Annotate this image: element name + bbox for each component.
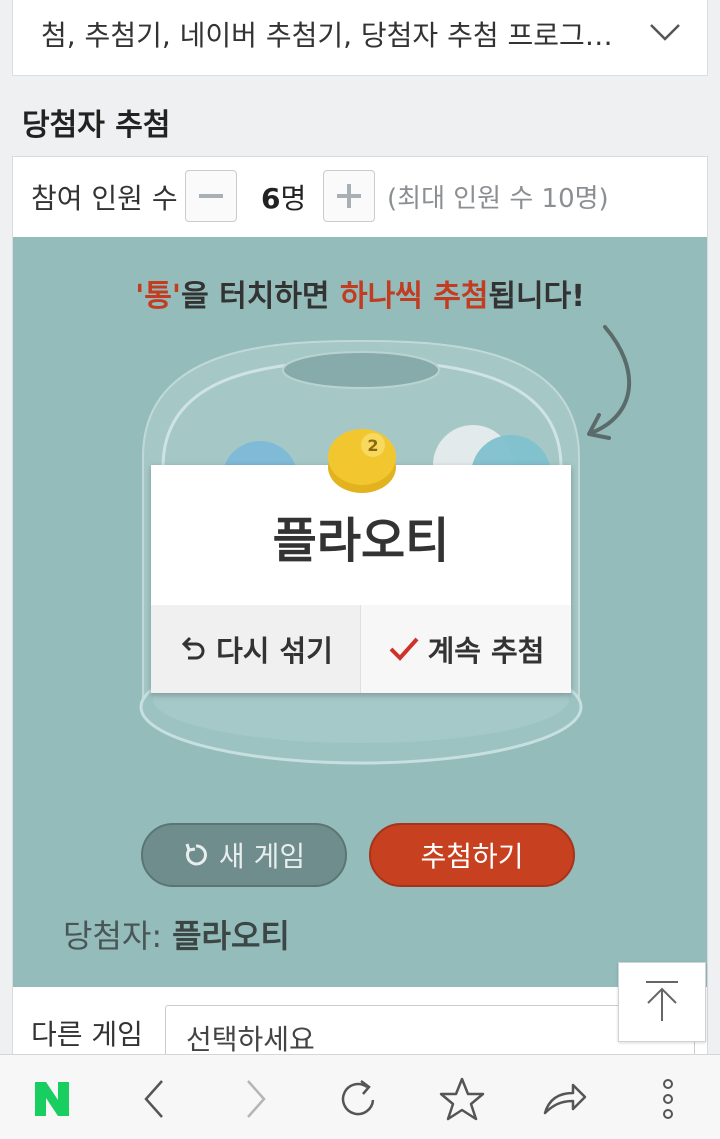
forward-button[interactable]	[230, 1073, 282, 1125]
other-game-label: 다른 게임	[31, 1018, 143, 1051]
new-game-label: 새 게임	[218, 840, 306, 873]
increase-button[interactable]	[323, 170, 375, 222]
participant-count-row: 참여 인원 수 6명 (최대 인원 수 10명)	[13, 157, 707, 238]
bookmark-button[interactable]	[436, 1073, 488, 1125]
participant-count-label: 참여 인원 수	[31, 182, 178, 215]
other-game-select-value: 선택하세요	[186, 1023, 315, 1056]
continue-draw-label: 계속 추첨	[427, 634, 545, 668]
winner-name: 플라오티	[172, 917, 290, 955]
naver-logo-icon	[35, 1082, 69, 1116]
result-popup: 플라오티 다시 섞기 계속 추첨	[151, 465, 571, 693]
keyword-summary-text: 첨, 추첨기, 네이버 추첨기, 당첨자 추첨 프로그…	[41, 19, 613, 52]
keyword-summary-card[interactable]: 첨, 추첨기, 네이버 추첨기, 당첨자 추첨 프로그…	[12, 0, 708, 76]
arrow-up-icon	[646, 981, 678, 1021]
browser-bottom-bar	[0, 1054, 720, 1139]
scroll-to-top-button[interactable]	[618, 962, 706, 1042]
winner-row: 당첨자: 플라오티	[63, 911, 290, 957]
draw-label: 추첨하기	[420, 840, 524, 873]
drawn-ball: 2	[328, 429, 396, 493]
share-arrow-icon	[543, 1083, 587, 1115]
chevron-down-icon[interactable]	[649, 22, 681, 46]
more-menu-button[interactable]	[642, 1073, 694, 1125]
continue-draw-button[interactable]: 계속 추첨	[361, 605, 571, 693]
star-icon	[439, 1077, 485, 1121]
chevron-right-icon	[247, 1080, 266, 1118]
decrease-button[interactable]	[185, 170, 237, 222]
naver-home-button[interactable]	[26, 1073, 78, 1125]
chevron-left-icon	[144, 1080, 163, 1118]
lottery-game-card: 참여 인원 수 6명 (최대 인원 수 10명) '통'을 터치하면 하나씩 추…	[12, 156, 708, 1065]
drawn-name: 플라오티	[272, 513, 450, 569]
share-button[interactable]	[538, 1073, 590, 1125]
back-button[interactable]	[128, 1073, 180, 1125]
new-game-button[interactable]: 새 게임	[141, 823, 347, 887]
plus-icon	[337, 184, 361, 208]
participant-count-value: 6명	[261, 182, 307, 215]
refresh-icon	[185, 843, 207, 866]
max-participants-text: (최대 인원 수 10명)	[387, 184, 609, 214]
ball-number: 2	[367, 436, 378, 455]
lottery-stage: '통'을 터치하면 하나씩 추첨됩니다! 플라오티 다시 섞기 계속 추첨 2 …	[13, 237, 707, 987]
more-vertical-icon	[663, 1079, 673, 1119]
winner-label: 당첨자:	[63, 917, 163, 955]
reshuffle-button[interactable]: 다시 섞기	[151, 605, 361, 693]
reload-icon	[341, 1080, 375, 1116]
undo-icon	[181, 636, 205, 660]
minus-icon	[199, 194, 223, 198]
draw-button[interactable]: 추첨하기	[369, 823, 575, 887]
section-title: 당첨자 추첨	[22, 108, 171, 143]
reload-button[interactable]	[332, 1073, 384, 1125]
other-game-row: 다른 게임 선택하세요	[13, 987, 707, 1065]
check-icon	[389, 637, 419, 661]
reshuffle-label: 다시 섞기	[216, 634, 333, 668]
